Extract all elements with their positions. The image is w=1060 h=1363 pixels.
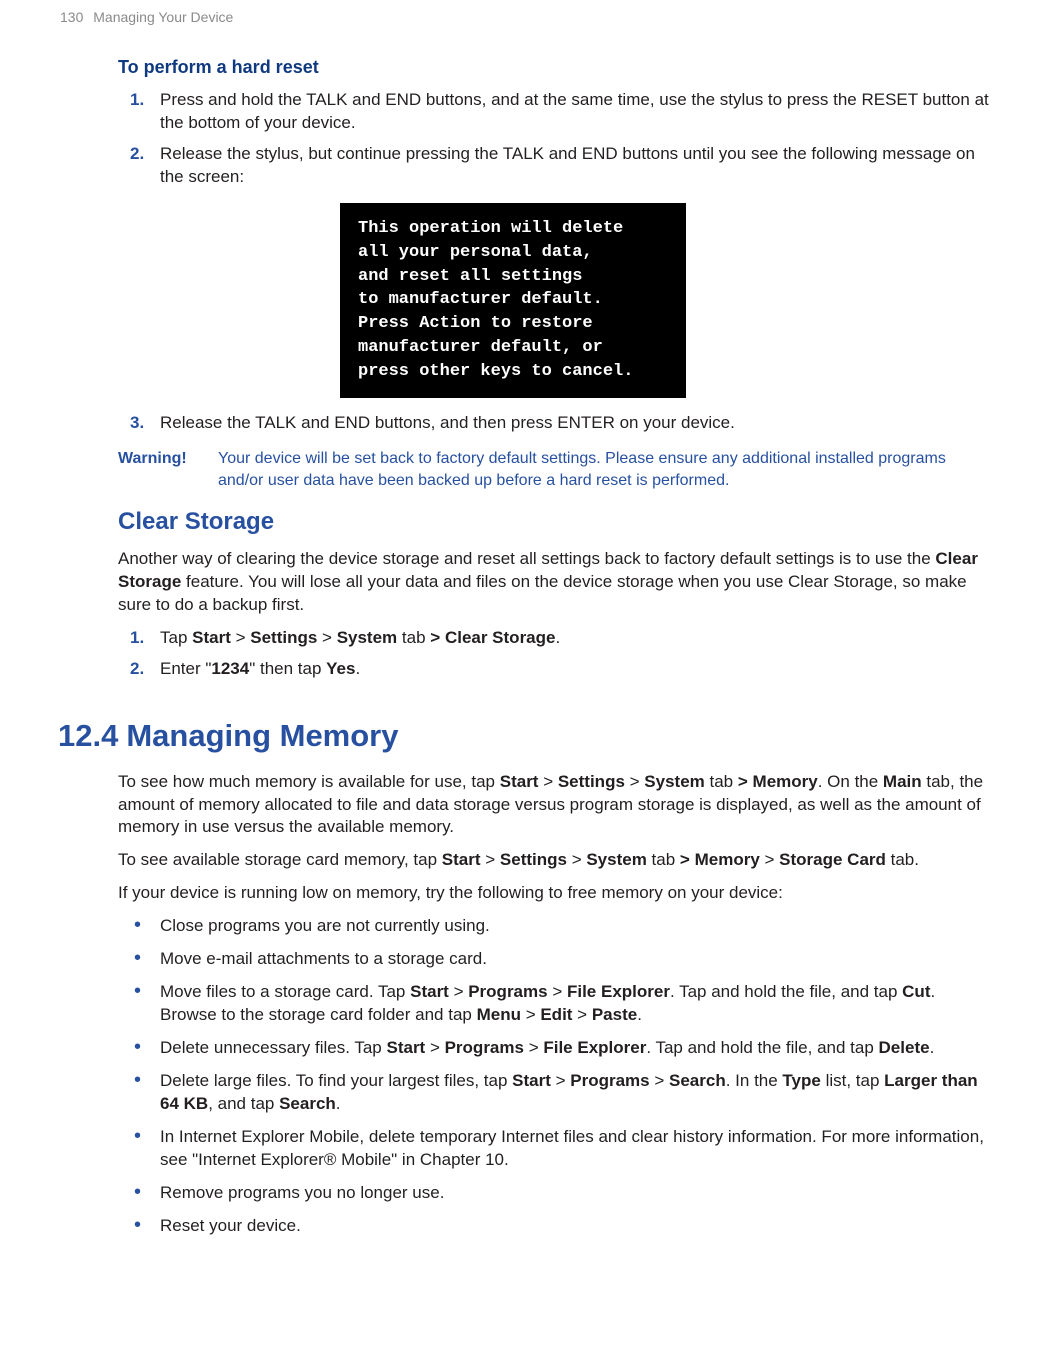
list-item: Delete unnecessary files. Tap Start > Pr… bbox=[118, 1037, 992, 1060]
memory-bullets: Close programs you are not currently usi… bbox=[118, 915, 992, 1237]
step-number: 2. bbox=[130, 658, 144, 681]
hard-reset-steps: 1. Press and hold the TALK and END butto… bbox=[118, 89, 992, 189]
clear-storage-intro: Another way of clearing the device stora… bbox=[118, 548, 992, 617]
warning-text: Your device will be set back to factory … bbox=[218, 448, 992, 491]
list-item: Remove programs you no longer use. bbox=[118, 1182, 992, 1205]
step-2: 2. Release the stylus, but continue pres… bbox=[118, 143, 992, 189]
step-text: Release the stylus, but continue pressin… bbox=[160, 144, 975, 186]
step-2: 2. Enter "1234" then tap Yes. bbox=[118, 658, 992, 681]
memory-p1: To see how much memory is available for … bbox=[118, 771, 992, 840]
list-item: Delete large files. To find your largest… bbox=[118, 1070, 992, 1116]
step-number: 1. bbox=[130, 627, 144, 650]
section-heading: 12.4Managing Memory bbox=[58, 715, 1002, 757]
step-1: 1. Press and hold the TALK and END butto… bbox=[118, 89, 992, 135]
step-3: 3. Release the TALK and END buttons, and… bbox=[118, 412, 992, 435]
section-number: 12.4 bbox=[58, 718, 118, 753]
running-header: 130 Managing Your Device bbox=[58, 0, 1002, 27]
warning-label: Warning! bbox=[118, 448, 218, 491]
running-title: Managing Your Device bbox=[93, 9, 233, 25]
screen-message: This operation will delete all your pers… bbox=[340, 203, 686, 398]
list-item: In Internet Explorer Mobile, delete temp… bbox=[118, 1126, 992, 1172]
page-number: 130 bbox=[60, 9, 83, 25]
list-item: Close programs you are not currently usi… bbox=[118, 915, 992, 938]
memory-p2: To see available storage card memory, ta… bbox=[118, 849, 992, 872]
step-1: 1. Tap Start > Settings > System tab > C… bbox=[118, 627, 992, 650]
list-item: Move e-mail attachments to a storage car… bbox=[118, 948, 992, 971]
step-number: 3. bbox=[130, 412, 144, 435]
warning-row: Warning! Your device will be set back to… bbox=[118, 448, 992, 491]
step-text: Enter "1234" then tap Yes. bbox=[160, 659, 360, 678]
list-item: Reset your device. bbox=[118, 1215, 992, 1238]
clear-storage-heading: Clear Storage bbox=[118, 506, 992, 538]
hard-reset-steps-cont: 3. Release the TALK and END buttons, and… bbox=[118, 412, 992, 435]
step-text: Press and hold the TALK and END buttons,… bbox=[160, 90, 989, 132]
step-text: Release the TALK and END buttons, and th… bbox=[160, 413, 735, 432]
step-number: 1. bbox=[130, 89, 144, 112]
list-item: Move files to a storage card. Tap Start … bbox=[118, 981, 992, 1027]
screen-message-wrap: This operation will delete all your pers… bbox=[340, 203, 992, 398]
step-text: Tap Start > Settings > System tab > Clea… bbox=[160, 628, 560, 647]
section-title: Managing Memory bbox=[126, 718, 398, 753]
step-number: 2. bbox=[130, 143, 144, 166]
clear-storage-steps: 1. Tap Start > Settings > System tab > C… bbox=[118, 627, 992, 681]
hard-reset-heading: To perform a hard reset bbox=[118, 55, 992, 79]
memory-p3: If your device is running low on memory,… bbox=[118, 882, 992, 905]
